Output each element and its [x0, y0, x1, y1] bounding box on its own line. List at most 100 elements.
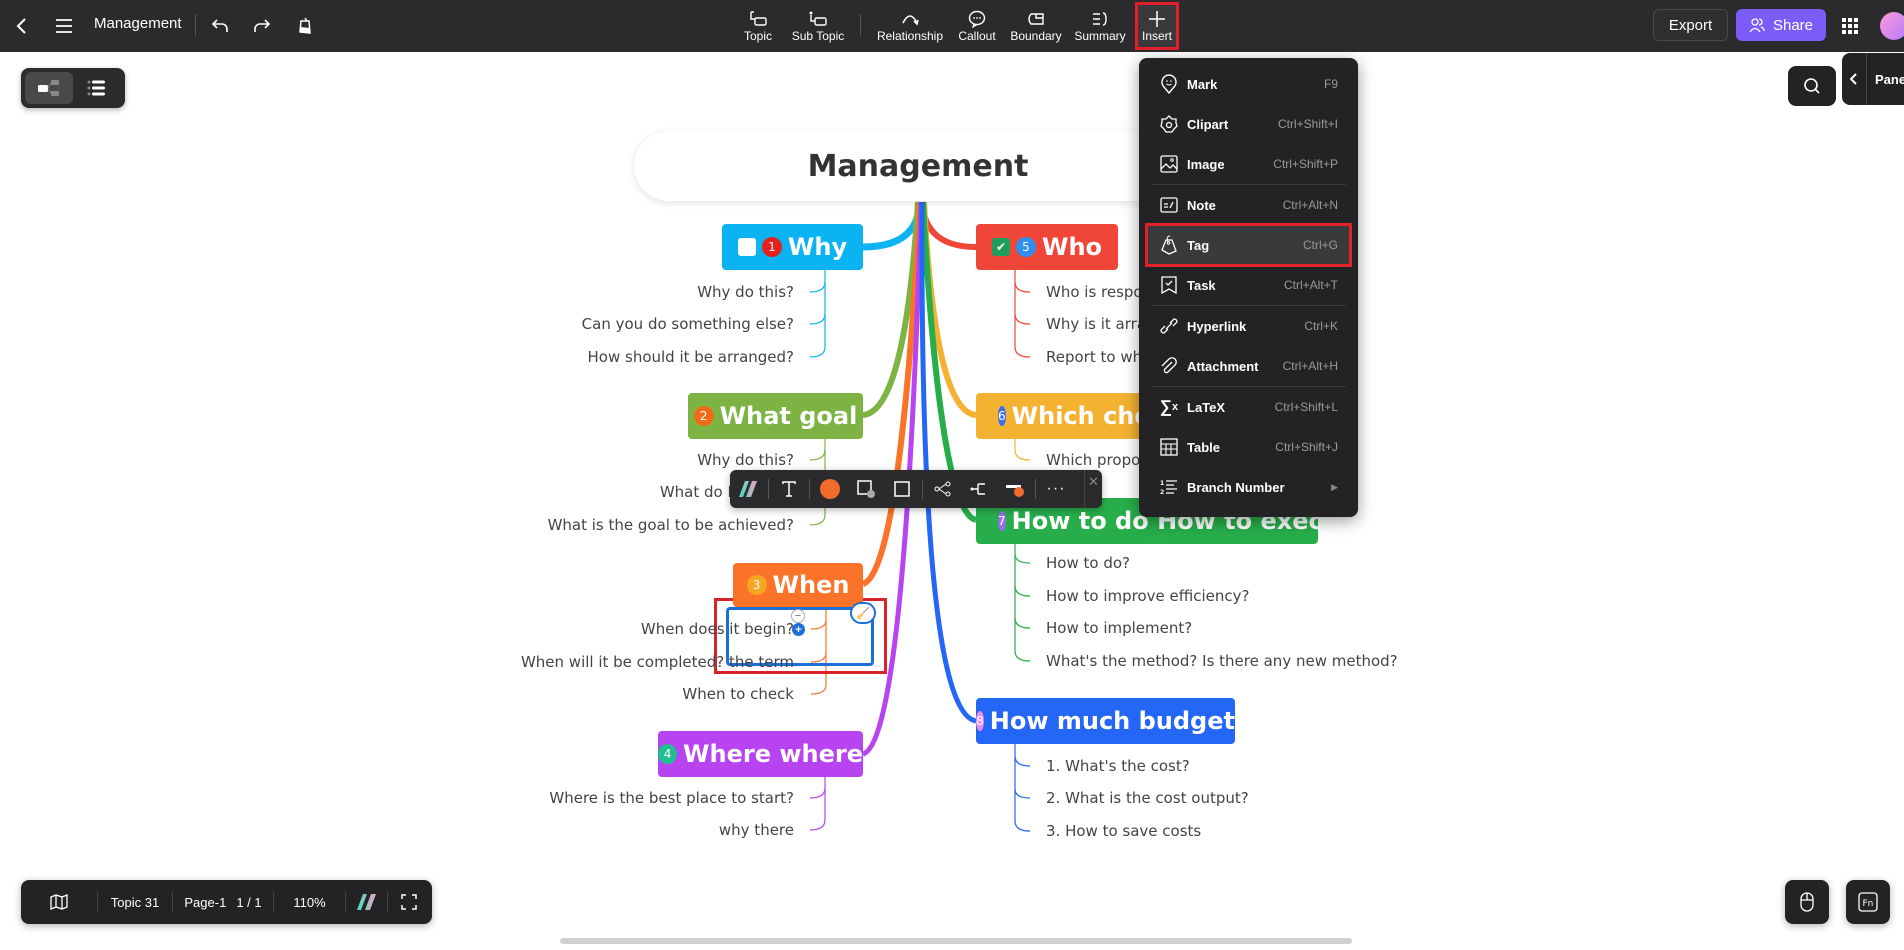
relationship-icon	[902, 15, 919, 26]
mindmap-canvas[interactable]: Management 1 Why Why do this? Can you do…	[0, 52, 1904, 950]
subtopic[interactable]: why there	[719, 821, 794, 839]
page-indicator[interactable]: Page-1 1 / 1	[173, 880, 273, 924]
svg-text:2: 2	[1160, 489, 1164, 495]
mouse-mode-button[interactable]	[1785, 880, 1829, 924]
mindmap-view-icon	[38, 80, 59, 96]
topic-what-goal[interactable]: 2 What goal	[688, 393, 863, 439]
subtopic[interactable]: Who is respon	[1046, 283, 1152, 301]
subtopic[interactable]: How to improve efficiency?	[1046, 587, 1249, 605]
redo-button[interactable]	[248, 12, 276, 40]
topic-when[interactable]: 3 When	[733, 563, 863, 607]
top-bar: Management Topic Sub Topic Relationship …	[0, 0, 1904, 52]
subtopic[interactable]: When will it be completed? the term	[521, 653, 794, 671]
tool-relationship[interactable]: Relationship	[876, 2, 944, 50]
close-toolbar-button[interactable]: ✕	[1084, 470, 1102, 508]
shortcut-keys-button[interactable]: Fn	[1846, 880, 1890, 924]
priority-badge: 4	[658, 744, 678, 764]
subtopic[interactable]: How should it be arranged?	[588, 348, 794, 366]
panel-toggle[interactable]: Panel	[1842, 53, 1904, 105]
sub-connectors-who	[1014, 270, 1031, 358]
task-checkbox-unchecked[interactable]	[737, 238, 756, 256]
format-painter-button[interactable]	[291, 12, 319, 40]
subtopic[interactable]: 3. How to save costs	[1046, 822, 1201, 840]
list-icon	[87, 80, 105, 96]
branch-style-button[interactable]	[961, 470, 997, 508]
priority-badge: 3	[746, 575, 767, 595]
fullscreen-button[interactable]	[388, 880, 430, 924]
subtopic[interactable]: When to check	[682, 685, 794, 703]
horizontal-scrollbar[interactable]	[560, 938, 1352, 944]
users-icon	[1749, 18, 1765, 33]
priority-badge: 7	[998, 511, 1006, 531]
zoom-level[interactable]: 110%	[274, 880, 345, 924]
subtopic[interactable]: How to do?	[1046, 554, 1130, 572]
subtopic[interactable]: Which propos	[1046, 451, 1148, 469]
undo-button[interactable]	[206, 12, 234, 40]
menu-item-note[interactable]: Note Ctrl+Alt+N	[1147, 185, 1350, 225]
map-overview-button[interactable]	[21, 880, 97, 924]
search-button[interactable]	[1788, 66, 1836, 106]
fill-color-button[interactable]	[812, 470, 848, 508]
task-checkbox-checked[interactable]: ✔	[991, 238, 1010, 256]
text-style-button[interactable]	[771, 470, 807, 508]
back-button[interactable]	[8, 12, 36, 40]
menu-item-task[interactable]: Task Ctrl+Alt+T	[1147, 265, 1350, 305]
clear-style-button[interactable]: 🧹	[850, 602, 876, 624]
menu-item-attachment[interactable]: Attachment Ctrl+Alt+H	[1147, 346, 1350, 386]
shape-icon	[857, 480, 875, 498]
topic-which-choice[interactable]: 6 Which choic	[976, 393, 1156, 439]
apps-button[interactable]	[1838, 14, 1862, 38]
menu-item-tag[interactable]: Tag Ctrl+G	[1145, 223, 1352, 267]
root-topic[interactable]: Management	[634, 131, 1202, 201]
tool-boundary[interactable]: Boundary	[1010, 2, 1062, 50]
more-icon: ···	[1046, 480, 1066, 497]
subtopic[interactable]: How to implement?	[1046, 619, 1192, 637]
more-button[interactable]: ···	[1038, 470, 1074, 508]
export-button[interactable]: Export	[1653, 9, 1728, 41]
topic-count: Topic 31	[110, 894, 160, 910]
border-button[interactable]	[884, 470, 920, 508]
topic-where[interactable]: 4 Where where	[658, 731, 863, 777]
topic-who[interactable]: ✔ 5 Who	[976, 224, 1118, 270]
document-title[interactable]: Management	[94, 15, 182, 32]
menu-item-table[interactable]: Table Ctrl+Shift+J	[1147, 427, 1350, 467]
subtopic[interactable]: What is the goal to be achieved?	[548, 516, 794, 534]
ai-button[interactable]	[730, 470, 766, 508]
mindmap-view-button[interactable]	[25, 72, 73, 104]
ai-button[interactable]	[346, 880, 387, 924]
subtopic[interactable]: What's the method? Is there any new meth…	[1046, 652, 1398, 670]
subtopic-icon	[809, 11, 827, 26]
menu-item-hyperlink[interactable]: Hyperlink Ctrl+K	[1147, 306, 1350, 346]
subtopic[interactable]: 2. What is the cost output?	[1046, 789, 1249, 807]
user-avatar[interactable]	[1880, 12, 1904, 40]
tool-summary[interactable]: Summary	[1073, 2, 1127, 50]
subtopic[interactable]: Where is the best place to start?	[549, 789, 794, 807]
tool-subtopic[interactable]: Sub Topic	[790, 2, 846, 50]
brush-icon: 🧹	[856, 607, 870, 620]
menu-button[interactable]	[50, 12, 78, 40]
subtopic[interactable]: 1. What's the cost?	[1046, 757, 1190, 775]
menu-item-image[interactable]: Image Ctrl+Shift+P	[1147, 144, 1350, 184]
tool-topic[interactable]: Topic	[740, 2, 776, 50]
square-icon	[894, 481, 910, 497]
subtopic[interactable]: Why do this?	[697, 283, 794, 301]
line-style-button[interactable]	[997, 470, 1033, 508]
subtopic[interactable]: Can you do something else?	[582, 315, 794, 333]
menu-item-clipart[interactable]: Clipart Ctrl+Shift+I	[1147, 104, 1350, 144]
tool-callout[interactable]: Callout	[955, 2, 999, 50]
subtopic[interactable]: When does it begin?	[641, 620, 794, 638]
topic-why[interactable]: 1 Why	[722, 224, 863, 270]
shape-style-button[interactable]	[848, 470, 884, 508]
topic-how-much-budget[interactable]: 8 How much budget	[976, 698, 1235, 744]
tool-insert[interactable]: Insert	[1135, 2, 1179, 50]
share-button[interactable]: Share	[1736, 9, 1826, 41]
menu-item-mark[interactable]: Mark F9	[1147, 64, 1350, 104]
priority-badge: 1	[761, 237, 782, 257]
fn-key-icon: Fn	[1858, 892, 1878, 912]
subtopic[interactable]: Report to who	[1046, 348, 1151, 366]
subtopic[interactable]: Why do this?	[697, 451, 794, 469]
structure-button[interactable]	[925, 470, 961, 508]
outline-view-button[interactable]	[73, 72, 121, 104]
menu-item-branch-number[interactable]: 12 Branch Number ▶	[1147, 467, 1350, 507]
menu-item-latex[interactable]: ∑ x LaTeX Ctrl+Shift+L	[1147, 387, 1350, 427]
